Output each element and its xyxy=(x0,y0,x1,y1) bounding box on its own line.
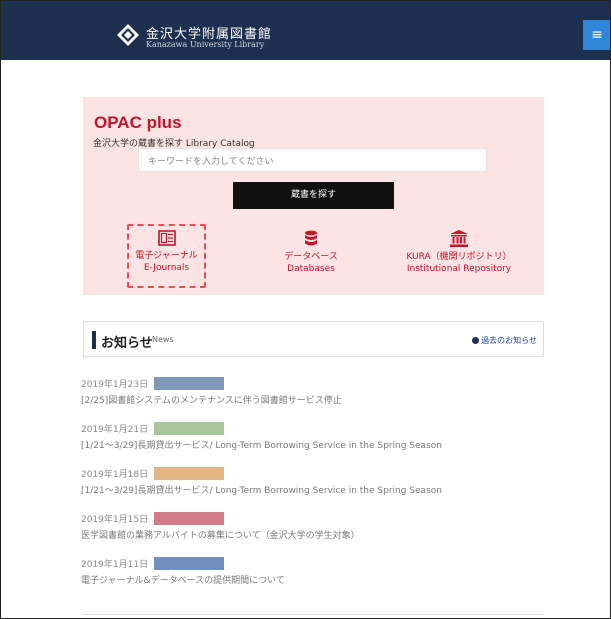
news-date: 2019年1月21日 xyxy=(81,425,149,435)
opac-title: OPAC plus xyxy=(94,113,182,132)
journal-icon xyxy=(157,230,176,246)
news-date: 2019年1月23日 xyxy=(81,380,149,390)
news-item[interactable]: 2019年1月21日 [1/21～3/29]長期貸出サービス/ Long-Ter… xyxy=(81,418,551,451)
news-category-tag xyxy=(154,467,225,480)
news-item[interactable]: 2019年1月11日 電子ジャーナル&データベースの提供期間について xyxy=(81,553,551,586)
databases-label-en: Databases xyxy=(287,264,335,274)
institution-icon xyxy=(450,230,468,247)
library-logo-icon[interactable] xyxy=(117,24,139,46)
news-category-tag xyxy=(154,512,225,525)
past-news-label: 過去のお知らせ xyxy=(481,336,537,345)
search-button[interactable]: 蔵書を探す xyxy=(233,182,394,209)
past-news-link[interactable]: 過去のお知らせ xyxy=(472,335,537,346)
menu-button[interactable]: ≡ xyxy=(583,20,611,50)
ejournals-link[interactable]: 電子ジャーナル E-Journals xyxy=(130,230,203,273)
news-date: 2019年1月15日 xyxy=(81,515,149,525)
database-icon xyxy=(305,230,317,246)
divider xyxy=(83,614,544,615)
news-text[interactable]: [1/21～3/29]長期貸出サービス/ Long-Term Borrowing… xyxy=(81,483,551,496)
arrow-circle-icon xyxy=(472,337,480,344)
site-header: 金沢大学附属図書館 Kanazawa University Library ≡ xyxy=(0,0,611,60)
news-category-tag xyxy=(154,557,225,570)
news-item[interactable]: 2019年1月23日 [2/25]図書館システムのメンテナンスに伴う図書館サービ… xyxy=(81,373,551,406)
news-title: お知らせ xyxy=(101,336,153,351)
news-date: 2019年1月18日 xyxy=(81,470,149,480)
news-text[interactable]: 医学図書館の業務アルバイトの募集について（金沢大学の学生対象） xyxy=(81,528,551,541)
opac-panel: OPAC plus 金沢大学の蔵書を探す Library Catalog キーワ… xyxy=(83,97,544,295)
news-category-tag xyxy=(154,377,225,390)
news-category-tag xyxy=(154,422,225,435)
repository-link[interactable]: KURA（機関リポジトリ） Institutional Repository xyxy=(390,230,528,274)
news-text[interactable]: [1/21～3/29]長期貸出サービス/ Long-Term Borrowing… xyxy=(81,438,551,451)
news-subtitle: News xyxy=(152,335,174,344)
repository-label-ja: KURA（機関リポジトリ） xyxy=(406,252,512,262)
databases-link[interactable]: データベース Databases xyxy=(261,230,361,274)
news-text[interactable]: 電子ジャーナル&データベースの提供期間について xyxy=(81,573,551,586)
news-text[interactable]: [2/25]図書館システムのメンテナンスに伴う図書館サービス停止 xyxy=(81,393,551,406)
databases-label-ja: データベース xyxy=(284,252,338,262)
news-date: 2019年1月11日 xyxy=(81,560,149,570)
ejournals-label-ja: 電子ジャーナル xyxy=(135,251,198,261)
site-title-en[interactable]: Kanazawa University Library xyxy=(146,40,264,49)
ejournals-label-en: E-Journals xyxy=(143,263,190,273)
repository-label-en: Institutional Repository xyxy=(406,264,512,274)
news-header: お知らせ News 過去のお知らせ xyxy=(83,321,544,357)
news-accent-bar xyxy=(92,331,96,349)
news-item[interactable]: 2019年1月18日 [1/21～3/29]長期貸出サービス/ Long-Ter… xyxy=(81,463,551,496)
search-input[interactable]: キーワードを入力してください xyxy=(138,148,487,172)
news-item[interactable]: 2019年1月15日 医学図書館の業務アルバイトの募集について（金沢大学の学生対… xyxy=(81,508,551,541)
